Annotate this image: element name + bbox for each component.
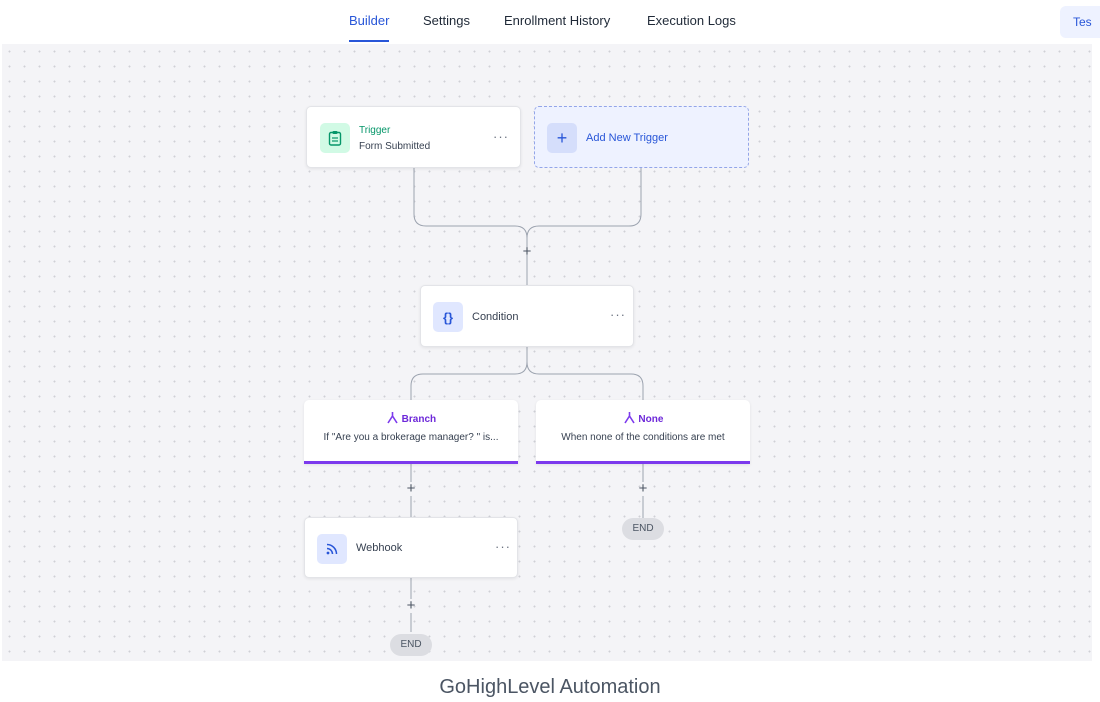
- condition-node[interactable]: {} Condition ···: [420, 285, 634, 347]
- add-new-trigger-label: Add New Trigger: [586, 132, 668, 144]
- end-badge-webhook: END: [390, 634, 432, 656]
- branch-description: If "Are you a brokerage manager? " is...: [323, 432, 499, 443]
- branch-title-text: Branch: [401, 414, 437, 425]
- branch-title: Branch: [304, 411, 518, 425]
- add-action-plus[interactable]: +: [520, 244, 534, 259]
- condition-menu-icon[interactable]: ···: [610, 307, 626, 322]
- top-navigation: Builder Settings Enrollment History Exec…: [0, 0, 1100, 44]
- workflow-canvas[interactable]: Trigger Form Submitted ··· + Add New Tri…: [2, 44, 1092, 661]
- braces-icon: {}: [433, 302, 463, 332]
- tab-settings[interactable]: Settings: [423, 13, 470, 28]
- webhook-rss-icon: [317, 534, 347, 564]
- webhook-node[interactable]: Webhook ···: [304, 517, 518, 578]
- add-action-plus-branch[interactable]: +: [404, 481, 418, 496]
- plus-icon: +: [547, 123, 577, 153]
- webhook-menu-icon[interactable]: ···: [495, 539, 511, 554]
- trigger-node[interactable]: Trigger Form Submitted ···: [306, 106, 521, 168]
- none-branch-description: When none of the conditions are met: [561, 432, 725, 443]
- none-title-text: None: [638, 414, 664, 425]
- trigger-title: Trigger: [359, 125, 391, 136]
- none-branch-title: None: [536, 411, 750, 425]
- test-workflow-button[interactable]: Tes: [1060, 6, 1100, 38]
- trigger-subtitle: Form Submitted: [359, 141, 431, 152]
- none-branch-node[interactable]: None When none of the conditions are met: [536, 400, 750, 464]
- end-badge-none: END: [622, 518, 664, 540]
- tab-enrollment-history[interactable]: Enrollment History: [504, 13, 610, 28]
- webhook-label: Webhook: [356, 542, 403, 554]
- tab-execution-logs[interactable]: Execution Logs: [647, 13, 736, 28]
- add-new-trigger-button[interactable]: + Add New Trigger: [534, 106, 749, 168]
- clipboard-icon: [320, 123, 350, 153]
- branch-node[interactable]: Branch If "Are you a brokerage manager? …: [304, 400, 518, 464]
- image-caption: GoHighLevel Automation: [439, 676, 661, 698]
- tab-builder[interactable]: Builder: [349, 13, 390, 42]
- trigger-menu-icon[interactable]: ···: [493, 129, 509, 144]
- condition-label: Condition: [472, 311, 519, 323]
- add-action-plus-webhook[interactable]: +: [404, 598, 418, 613]
- branch-fork-icon: [386, 412, 402, 425]
- add-action-plus-none[interactable]: +: [636, 481, 650, 496]
- none-fork-icon: [623, 412, 639, 425]
